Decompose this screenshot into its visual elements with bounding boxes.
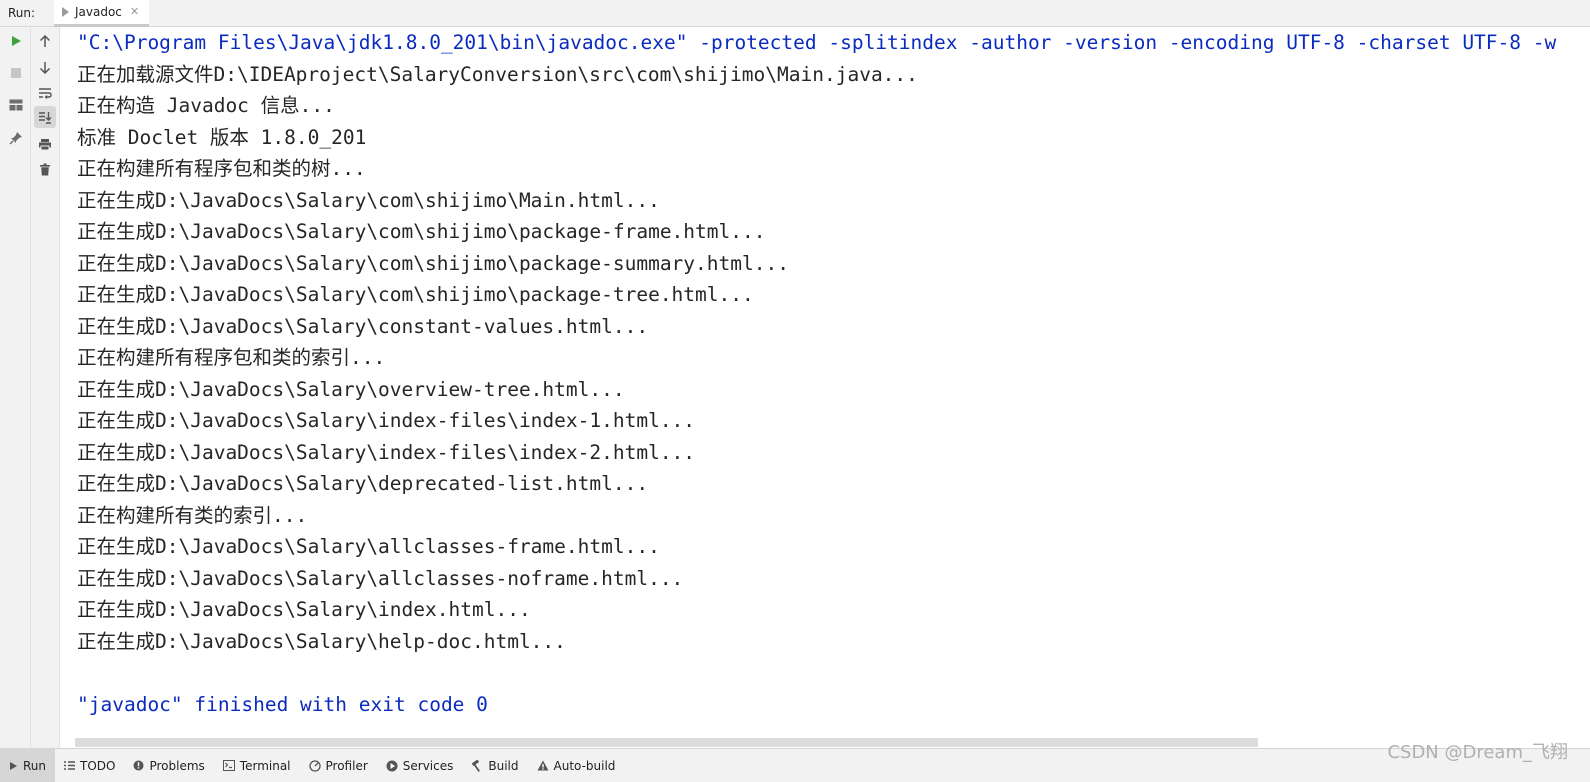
command-line: "C:\Program Files\Java\jdk1.8.0_201\bin\… — [77, 31, 1557, 54]
watermark: CSDN @Dream_飞翔 — [1387, 742, 1568, 763]
stop-button[interactable] — [5, 62, 27, 84]
services-icon — [386, 760, 398, 771]
clear-all-button[interactable] — [34, 158, 56, 180]
next-occurrence-button[interactable] — [34, 56, 56, 78]
log-line: 正在生成D:\JavaDocs\Salary\com\shijimo\packa… — [77, 251, 789, 275]
close-tab-icon[interactable]: ✕ — [130, 5, 139, 18]
log-line: 正在生成D:\JavaDocs\Salary\allclasses-frame.… — [77, 535, 660, 558]
log-line: 正在构建所有程序包和类的树... — [77, 157, 366, 180]
tab-profiler-label: Profiler — [325, 758, 368, 773]
tab-auto-build-label: Auto-build — [553, 758, 616, 773]
log-line: 正在生成D:\JavaDocs\Salary\index-files\index… — [77, 440, 696, 464]
log-line: 标准 Doclet 版本 1.8.0_201 — [77, 125, 367, 149]
tab-profiler[interactable]: Profiler — [300, 749, 377, 782]
log-line: 正在生成D:\JavaDocs\Salary\index-files\index… — [77, 409, 696, 432]
exit-message: "javadoc" finished with exit code 0 — [77, 693, 488, 716]
problems-icon — [133, 760, 144, 771]
console-actions-toolbar — [31, 27, 60, 748]
log-line: 正在构建所有类的索引... — [77, 503, 308, 527]
tab-terminal[interactable]: Terminal — [214, 749, 300, 782]
tab-todo[interactable]: TODO — [55, 749, 124, 782]
run-config-icon — [62, 6, 69, 17]
profiler-icon — [308, 759, 321, 772]
layout-button[interactable] — [5, 94, 27, 116]
tab-services-label: Services — [402, 758, 454, 773]
layout-icon — [9, 99, 23, 111]
tab-problems[interactable]: Problems — [124, 749, 213, 782]
pin-icon — [9, 132, 22, 145]
log-line: 正在生成D:\JavaDocs\Salary\help-doc.html... — [77, 629, 566, 653]
tool-window-bar: Run TODO Problems Terminal Profiler Serv… — [0, 748, 1590, 782]
soft-wrap-button[interactable] — [34, 82, 56, 104]
tab-services[interactable]: Services — [377, 749, 463, 782]
run-actions-toolbar — [0, 27, 31, 748]
horizontal-scrollbar[interactable] — [75, 738, 1258, 747]
pin-tab-button[interactable] — [5, 127, 27, 149]
rerun-button[interactable] — [5, 30, 27, 52]
print-button[interactable] — [34, 133, 56, 155]
log-line: 正在生成D:\JavaDocs\Salary\index.html... — [77, 598, 531, 621]
tab-terminal-label: Terminal — [239, 758, 291, 773]
tab-problems-label: Problems — [149, 758, 205, 773]
todo-list-icon — [64, 761, 76, 770]
scroll-to-end-button[interactable] — [34, 106, 56, 128]
previous-occurrence-button[interactable] — [34, 30, 56, 52]
up-arrow-icon — [39, 34, 51, 47]
log-line: 正在加载源文件D:\IDEAproject\SalaryConversion\s… — [77, 62, 918, 86]
down-arrow-icon — [39, 61, 51, 74]
hammer-icon — [472, 759, 481, 772]
run-tool-window-header: Run: Javadoc ✕ — [0, 0, 1590, 27]
log-line: 正在生成D:\JavaDocs\Salary\allclasses-nofram… — [77, 566, 684, 590]
print-icon — [39, 138, 51, 150]
terminal-icon — [222, 760, 235, 771]
trash-icon — [40, 163, 50, 175]
log-line: 正在生成D:\JavaDocs\Salary\com\shijimo\packa… — [77, 220, 766, 243]
tab-build-label: Build — [488, 758, 519, 773]
log-line: 正在生成D:\JavaDocs\Salary\deprecated-list.h… — [77, 472, 649, 495]
scroll-to-end-icon — [39, 111, 52, 124]
log-line: 正在生成D:\JavaDocs\Salary\com\shijimo\Main.… — [77, 188, 660, 212]
soft-wrap-icon — [39, 88, 52, 99]
stop-icon — [11, 68, 21, 78]
log-line: 正在生成D:\JavaDocs\Salary\constant-values.h… — [77, 314, 649, 338]
run-icon — [10, 761, 17, 770]
run-label: Run: — [8, 6, 36, 20]
tab-todo-label: TODO — [80, 758, 116, 773]
console-output[interactable]: "C:\Program Files\Java\jdk1.8.0_201\bin\… — [60, 27, 1590, 748]
tab-run-label: Run — [23, 758, 47, 773]
tab-javadoc[interactable]: Javadoc ✕ — [54, 0, 150, 27]
tab-run[interactable]: Run — [0, 749, 56, 782]
log-line: 正在生成D:\JavaDocs\Salary\com\shijimo\packa… — [77, 283, 754, 306]
tab-auto-build[interactable]: Auto-build — [528, 749, 625, 782]
tab-build[interactable]: Build — [462, 749, 527, 782]
log-line: 正在生成D:\JavaDocs\Salary\overview-tree.htm… — [77, 377, 625, 401]
log-line: 正在构造 Javadoc 信息... — [77, 94, 335, 117]
run-icon — [12, 36, 21, 46]
warning-icon — [537, 760, 548, 771]
tab-javadoc-label: Javadoc — [75, 4, 122, 19]
log-line: 正在构建所有程序包和类的索引... — [77, 346, 386, 369]
